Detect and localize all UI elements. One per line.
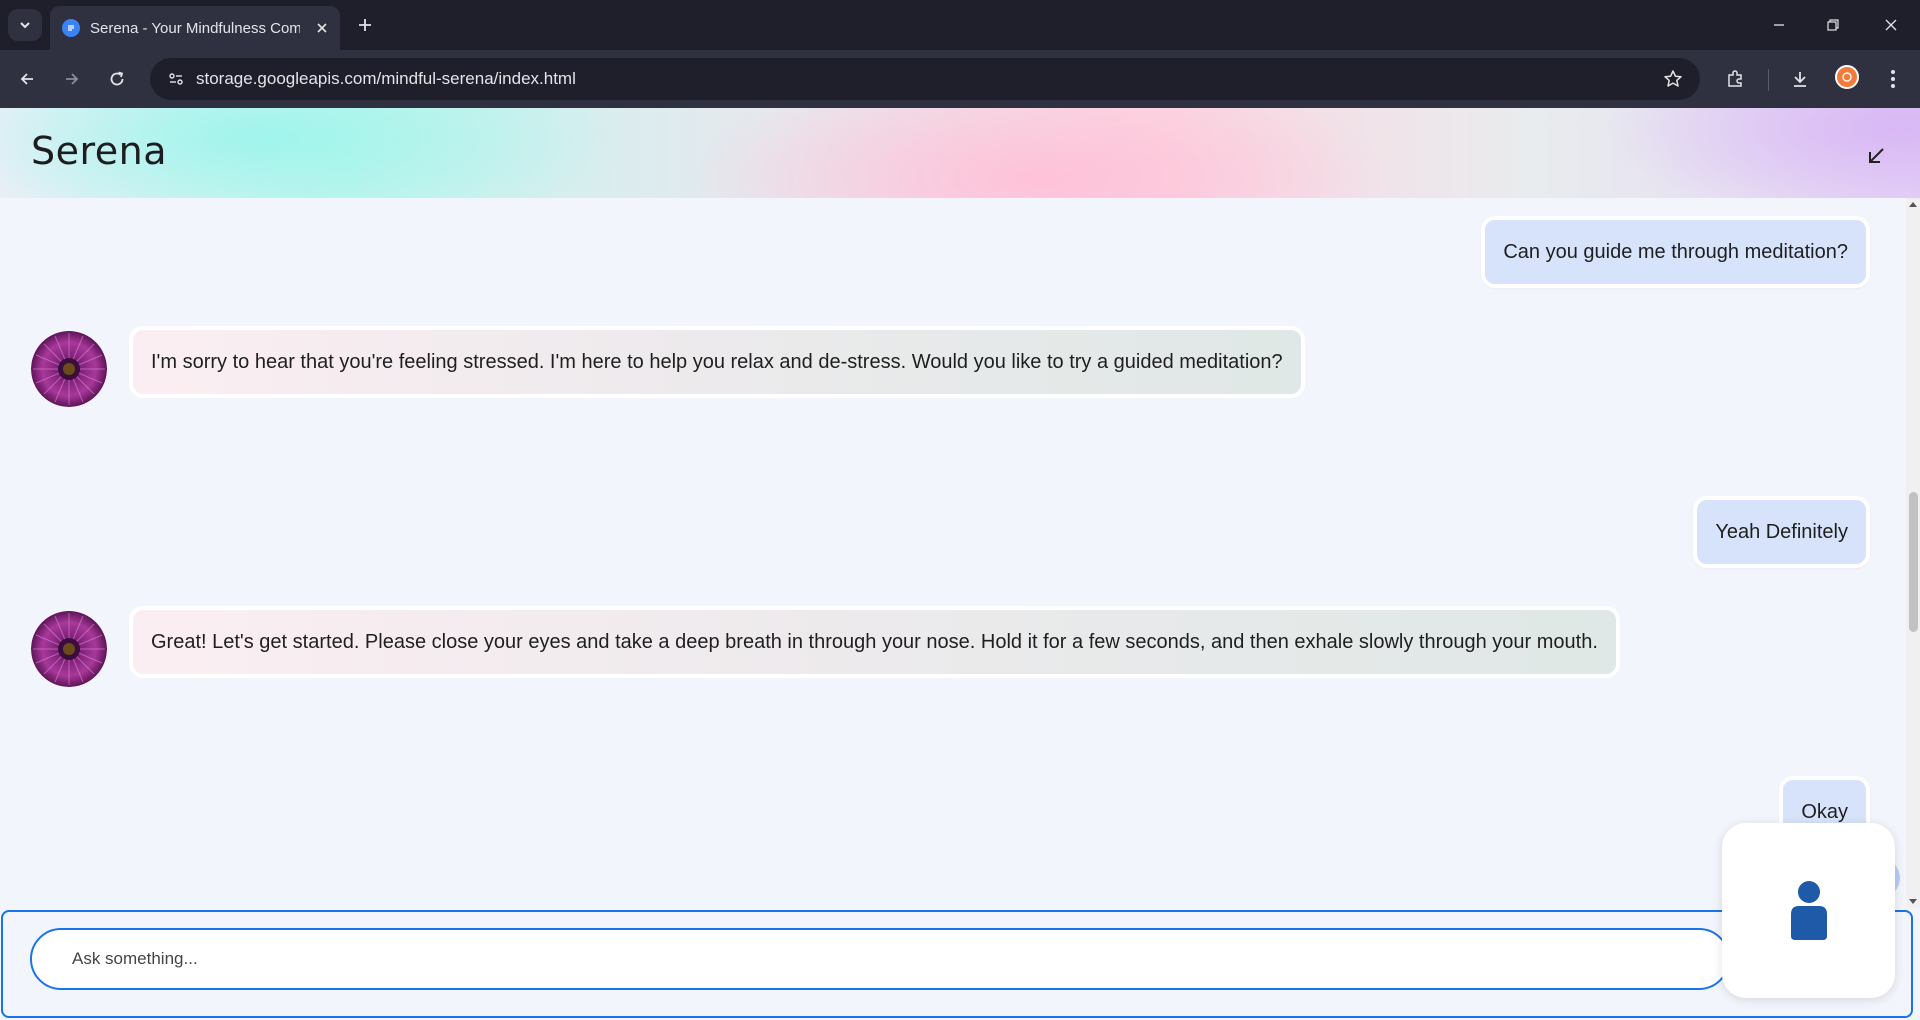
chevron-down-icon: [20, 22, 30, 29]
forward-button[interactable]: [56, 63, 88, 95]
plus-icon: [359, 19, 371, 31]
minimize-chat-button[interactable]: [1858, 138, 1894, 174]
app-header: Serena: [0, 108, 1920, 198]
close-icon: [1885, 19, 1897, 31]
new-tab-button[interactable]: [352, 12, 378, 38]
site-info-icon[interactable]: [160, 63, 192, 95]
user-message: Can you guide me through meditation?: [1481, 216, 1870, 288]
chat-messages[interactable]: Can you guide me through meditation? I'm…: [0, 198, 1906, 908]
scroll-thumb[interactable]: [1909, 492, 1918, 632]
favicon-icon: [62, 19, 80, 37]
arrow-right-icon: [66, 73, 79, 85]
scroll-down-arrow-icon[interactable]: [1909, 899, 1917, 904]
url-text[interactable]: storage.googleapis.com/mindful-serena/in…: [196, 69, 576, 89]
profile-avatar[interactable]: [1835, 65, 1859, 89]
reload-button[interactable]: [101, 63, 133, 95]
serena-page: Serena Can you guide me through meditati…: [0, 108, 1920, 1020]
chat-input-bar: [0, 908, 1920, 1020]
address-bar[interactable]: storage.googleapis.com/mindful-serena/in…: [150, 58, 1700, 100]
menu-kebab-icon[interactable]: [1876, 62, 1910, 96]
bookmark-star-icon[interactable]: [1658, 64, 1688, 94]
extensions-icon[interactable]: [1718, 62, 1752, 96]
app-title: Serena: [31, 129, 168, 173]
voice-mode-button[interactable]: [1722, 823, 1895, 998]
arrow-down-left-icon: [1869, 148, 1884, 163]
chat-scrollbar[interactable]: [1906, 198, 1920, 908]
reload-icon: [110, 71, 124, 86]
assistant-message: I'm sorry to hear that you're feeling st…: [129, 326, 1305, 398]
ask-input[interactable]: [30, 928, 1730, 990]
scroll-up-arrow-icon[interactable]: [1909, 202, 1917, 207]
minimize-button[interactable]: [1756, 10, 1802, 40]
flower-avatar-icon: [31, 611, 107, 687]
serena-avatar: [31, 331, 107, 407]
close-tab-icon[interactable]: [312, 18, 332, 38]
browser-toolbar: storage.googleapis.com/mindful-serena/in…: [0, 50, 1920, 108]
assistant-message: Great! Let's get started. Please close y…: [129, 606, 1620, 678]
minimize-icon: [1774, 24, 1784, 26]
close-window-button[interactable]: [1868, 10, 1914, 40]
tab-title: Serena - Your Mindfulness Com: [90, 20, 300, 37]
back-button[interactable]: [11, 63, 43, 95]
active-tab[interactable]: Serena - Your Mindfulness Com: [50, 6, 340, 50]
arrow-left-icon: [20, 73, 33, 85]
restore-icon: [1827, 19, 1839, 31]
tab-search-button[interactable]: [8, 9, 42, 41]
toolbar-divider: [1768, 69, 1769, 91]
download-icon[interactable]: [1783, 62, 1817, 96]
flower-avatar-icon: [31, 331, 107, 407]
serena-avatar: [31, 611, 107, 687]
person-icon: [1790, 880, 1827, 940]
user-message: Yeah Definitely: [1693, 496, 1870, 568]
browser-tab-bar: Serena - Your Mindfulness Com: [0, 0, 1920, 50]
restore-button[interactable]: [1810, 10, 1856, 40]
profile-face-icon: [1842, 72, 1852, 82]
